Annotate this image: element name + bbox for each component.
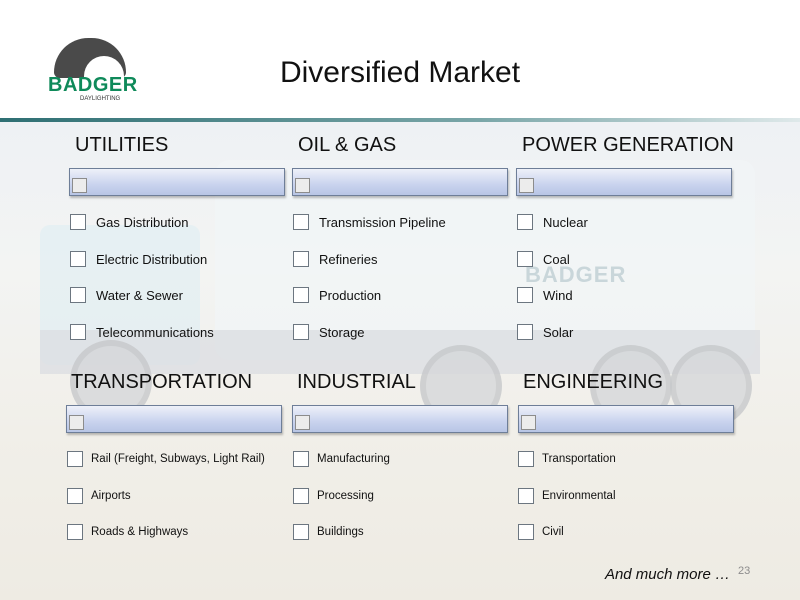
category-bar-utilities[interactable]	[69, 168, 285, 196]
category-bar-transportation[interactable]	[66, 405, 282, 433]
checkbox[interactable]	[70, 251, 86, 267]
checkbox[interactable]	[70, 287, 86, 303]
checkbox[interactable]	[518, 488, 534, 504]
checkbox[interactable]	[293, 524, 309, 540]
list-item[interactable]: Rail (Freight, Subways, Light Rail)	[67, 450, 265, 468]
list-item[interactable]: Airports	[67, 487, 131, 505]
category-checkbox[interactable]	[521, 415, 536, 430]
checkbox[interactable]	[517, 287, 533, 303]
category-checkbox[interactable]	[295, 178, 310, 193]
list-item[interactable]: Coal	[517, 250, 570, 268]
header-divider	[0, 118, 800, 122]
list-item[interactable]: Transportation	[518, 450, 616, 468]
list-item[interactable]: Telecommunications	[70, 323, 214, 341]
category-bar-power-generation[interactable]	[516, 168, 732, 196]
list-item[interactable]: Roads & Highways	[67, 523, 188, 541]
category-bar-oil-gas[interactable]	[292, 168, 508, 196]
checkbox[interactable]	[517, 251, 533, 267]
list-item[interactable]: Civil	[518, 523, 564, 541]
category-title-oil-gas: OIL & GAS	[298, 134, 397, 156]
category-title-transportation: TRANSPORTATION	[71, 371, 253, 393]
list-item[interactable]: Water & Sewer	[70, 286, 183, 304]
list-item[interactable]: Storage	[293, 323, 365, 341]
list-item[interactable]: Environmental	[518, 487, 616, 505]
page-number: 23	[738, 565, 751, 577]
category-checkbox[interactable]	[519, 178, 534, 193]
checkbox[interactable]	[293, 287, 309, 303]
category-checkbox[interactable]	[69, 415, 84, 430]
category-title-industrial: INDUSTRIAL	[297, 371, 416, 393]
list-item[interactable]: Production	[293, 286, 381, 304]
category-title-engineering: ENGINEERING	[523, 371, 664, 393]
list-item[interactable]: Transmission Pipeline	[293, 213, 446, 231]
checkbox[interactable]	[518, 524, 534, 540]
checkbox[interactable]	[293, 488, 309, 504]
checkbox[interactable]	[70, 214, 86, 230]
category-title-utilities: UTILITIES	[75, 134, 169, 156]
category-checkbox[interactable]	[72, 178, 87, 193]
list-item[interactable]: Buildings	[293, 523, 364, 541]
category-checkbox[interactable]	[295, 415, 310, 430]
checkbox[interactable]	[517, 214, 533, 230]
list-item[interactable]: Processing	[293, 487, 374, 505]
slide-title: Diversified Market	[279, 56, 521, 89]
list-item[interactable]: Electric Distribution	[70, 250, 207, 268]
list-item[interactable]: Manufacturing	[293, 450, 390, 468]
checkbox[interactable]	[293, 324, 309, 340]
checkbox[interactable]	[70, 324, 86, 340]
checkbox[interactable]	[518, 451, 534, 467]
list-item[interactable]: Nuclear	[517, 213, 588, 231]
list-item[interactable]: Refineries	[293, 250, 378, 268]
checkbox[interactable]	[67, 488, 83, 504]
category-bar-industrial[interactable]	[292, 405, 508, 433]
category-bar-engineering[interactable]	[518, 405, 734, 433]
list-item[interactable]: Solar	[517, 323, 573, 341]
category-title-power-generation: POWER GENERATION	[522, 134, 734, 156]
logo-subtext: DAYLIGHTING	[80, 96, 121, 102]
checkbox[interactable]	[67, 524, 83, 540]
checkbox[interactable]	[517, 324, 533, 340]
checkbox[interactable]	[293, 251, 309, 267]
list-item[interactable]: Gas Distribution	[70, 213, 188, 231]
checkbox[interactable]	[293, 451, 309, 467]
checkbox[interactable]	[293, 214, 309, 230]
checkbox[interactable]	[67, 451, 83, 467]
list-item[interactable]: Wind	[517, 286, 573, 304]
footer-note: And much more …	[604, 566, 730, 583]
